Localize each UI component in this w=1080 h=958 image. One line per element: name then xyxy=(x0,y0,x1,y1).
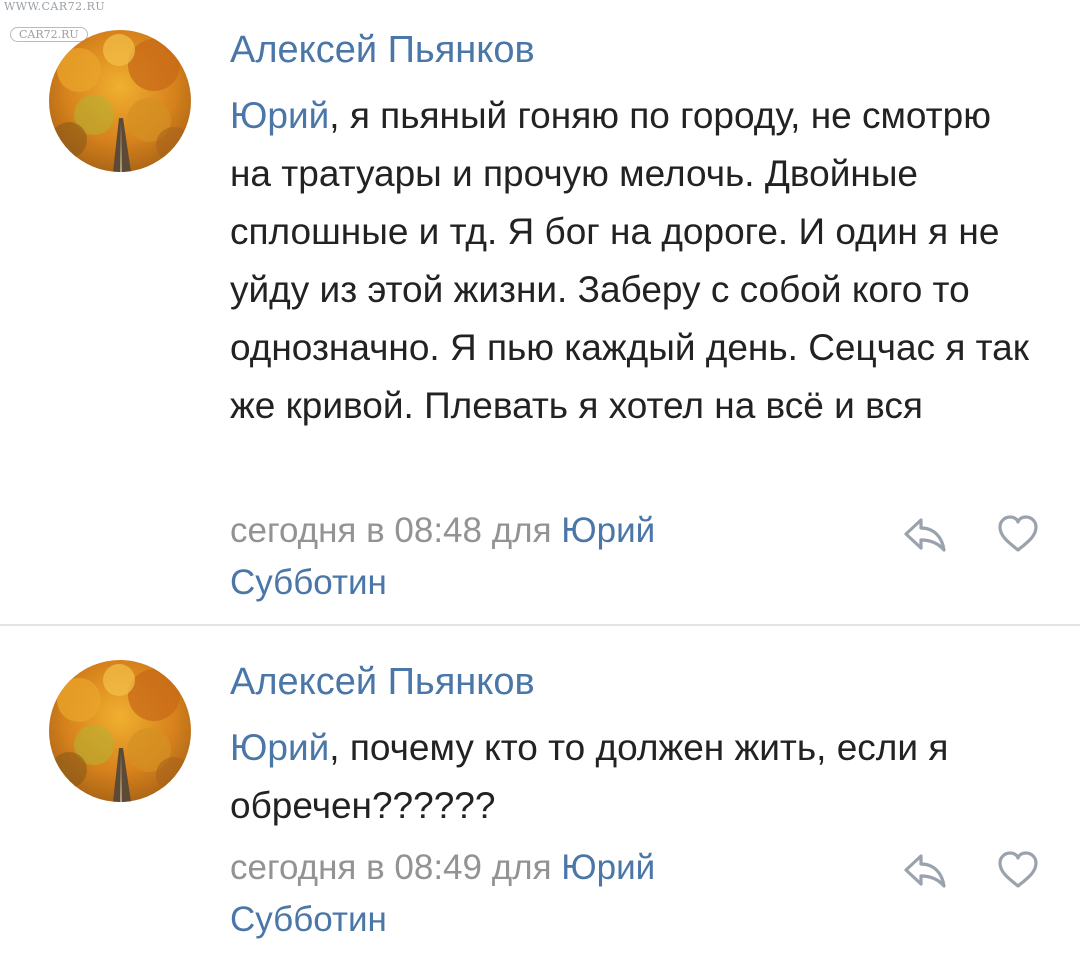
for-label: для xyxy=(491,511,552,550)
avatar[interactable] xyxy=(49,30,191,172)
autumn-road-avatar-image xyxy=(49,660,191,802)
reply-button[interactable] xyxy=(897,842,953,898)
like-button[interactable] xyxy=(990,842,1046,898)
mention-link[interactable]: Юрий xyxy=(230,95,329,136)
comment-text: Юрий, я пьяный гоняю по городу, не смотр… xyxy=(230,87,1030,435)
reply-arrow-icon xyxy=(904,854,946,888)
comment-item: Алексей Пьянков Юрий, я пьяный гоняю по … xyxy=(0,0,1080,624)
comment-body: , почему кто то должен жить, если я обре… xyxy=(230,727,949,826)
comment-meta: сегодня в 08:48 для Юрий Субботин xyxy=(230,505,750,609)
mention-link[interactable]: Юрий xyxy=(230,727,329,768)
comment-item: Алексей Пьянков Юрий, почему кто то долж… xyxy=(0,626,1080,958)
comment-text: Юрий, почему кто то должен жить, если я … xyxy=(230,719,1030,835)
comment-meta: сегодня в 08:49 для Юрий Субботин xyxy=(230,842,750,946)
reply-button[interactable] xyxy=(897,506,953,562)
autumn-road-avatar-image xyxy=(49,30,191,172)
heart-icon xyxy=(998,851,1038,888)
comment-timestamp[interactable]: сегодня в 08:49 xyxy=(230,848,482,887)
reply-arrow-icon xyxy=(904,518,946,552)
for-label: для xyxy=(491,848,552,887)
comment-author[interactable]: Алексей Пьянков xyxy=(230,31,535,69)
like-button[interactable] xyxy=(990,506,1046,562)
heart-icon xyxy=(998,515,1038,552)
comment-body: , я пьяный гоняю по городу, не смотрю на… xyxy=(230,95,1029,426)
avatar[interactable] xyxy=(49,660,191,802)
comment-author[interactable]: Алексей Пьянков xyxy=(230,663,535,701)
comment-timestamp[interactable]: сегодня в 08:48 xyxy=(230,511,482,550)
